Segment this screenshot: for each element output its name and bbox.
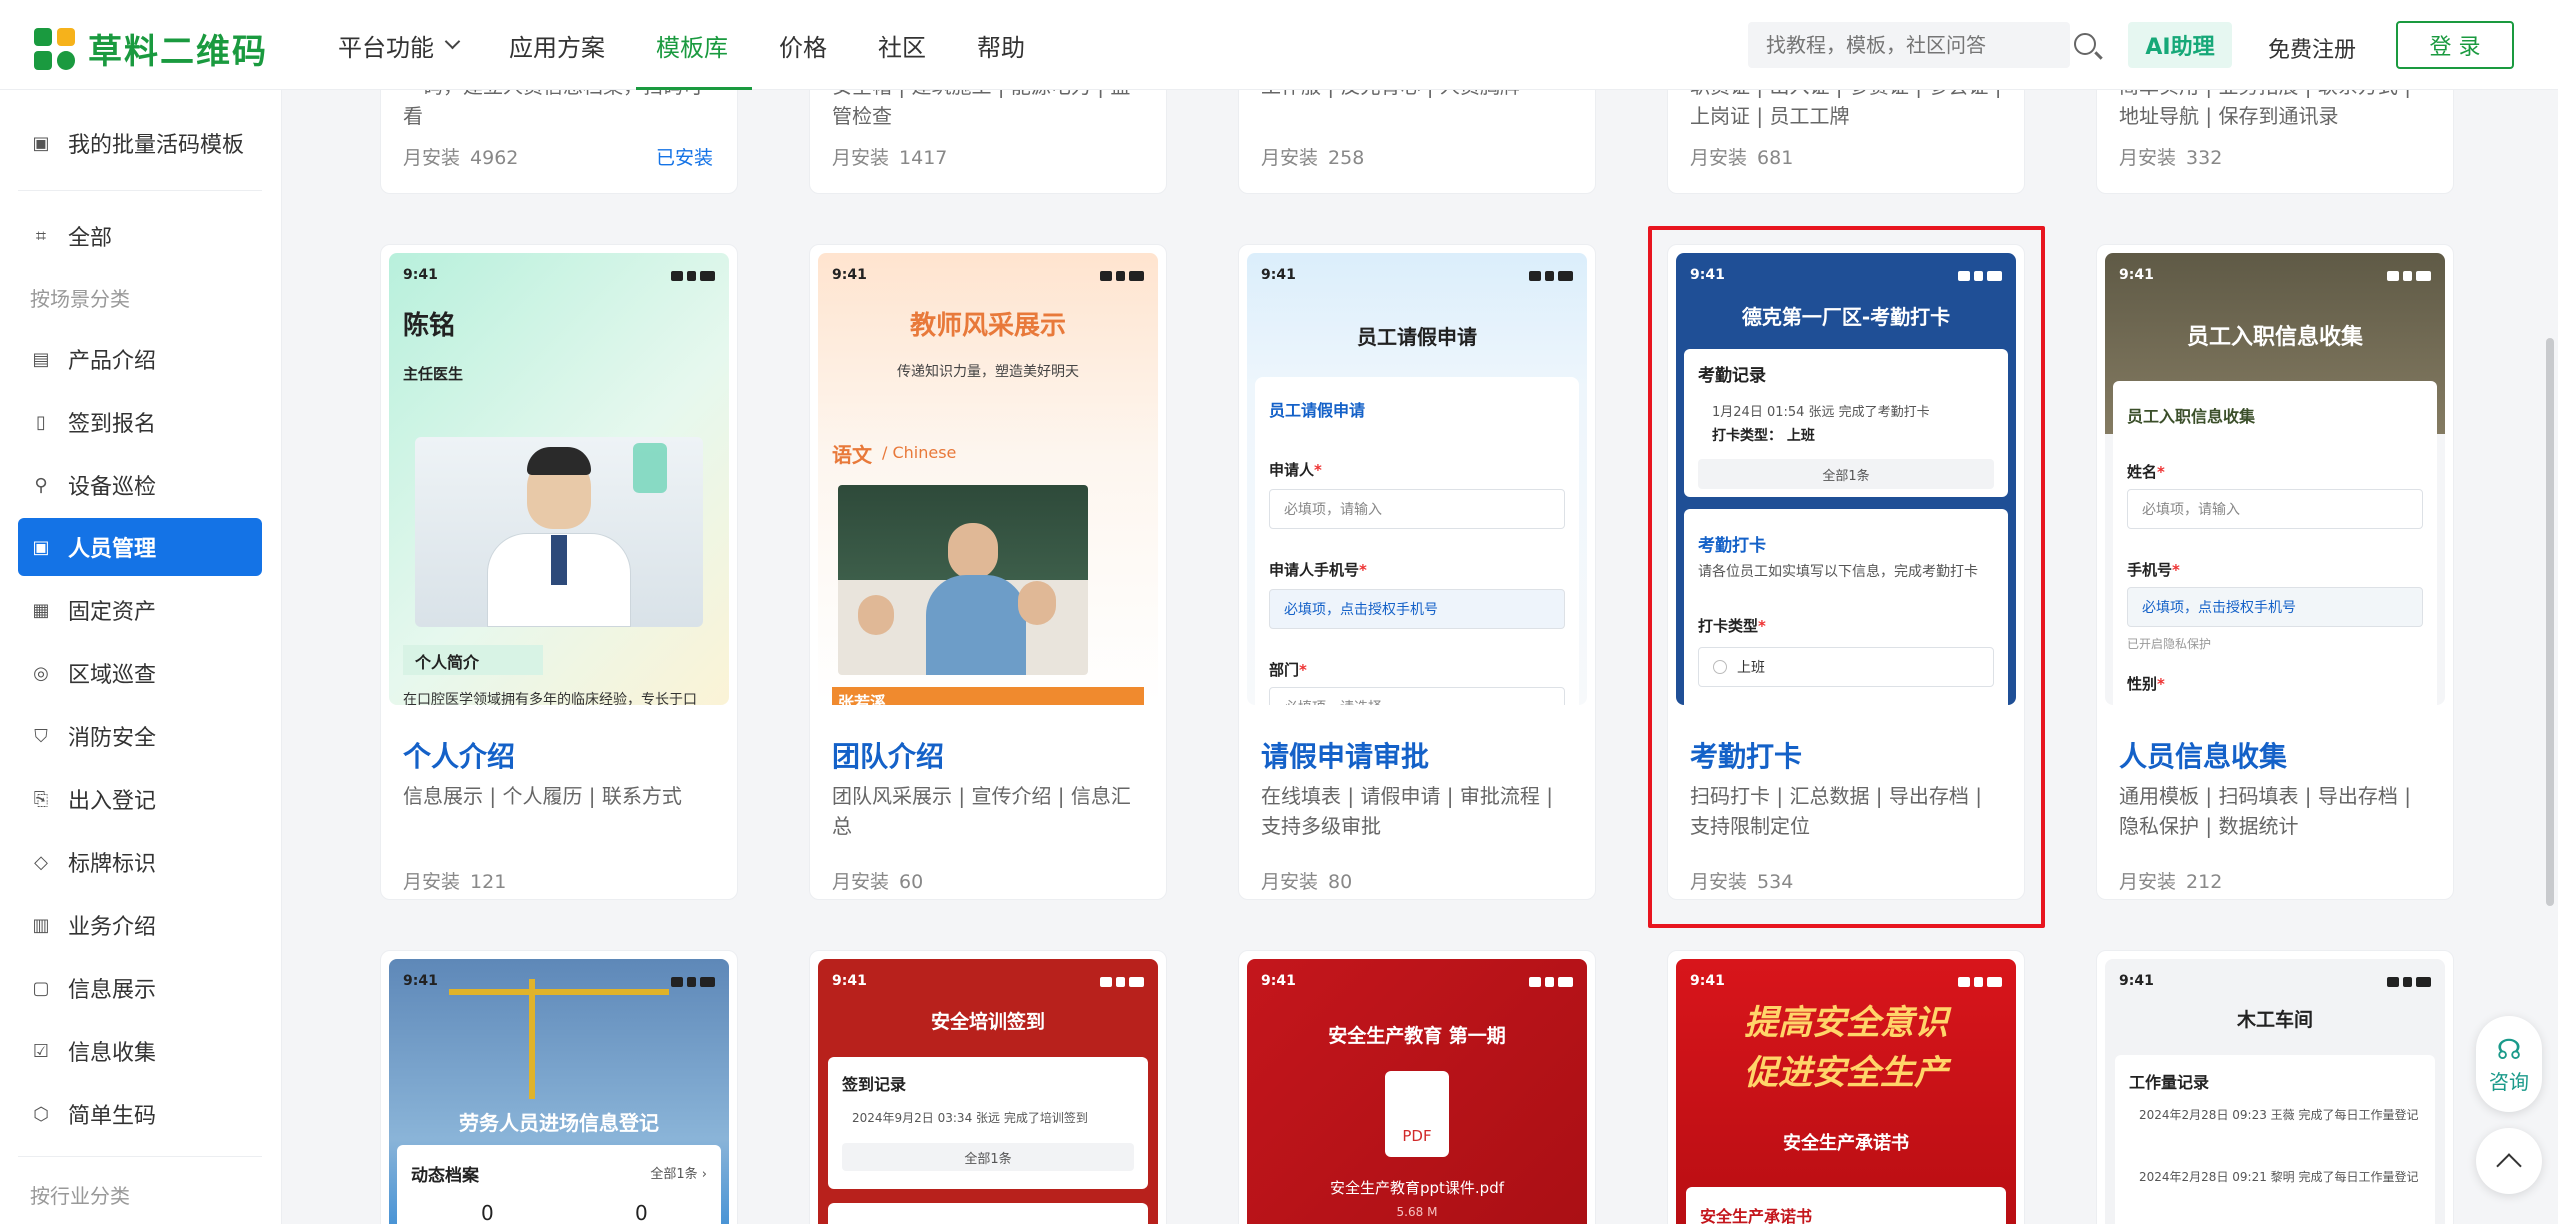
consult-button[interactable]: ☊ 咨询 (2476, 1016, 2542, 1112)
form-panel: 员工请假申请 申请人* 必填项，请输入 申请人手机号* 必填项，点击授权手机号 … (1255, 377, 1579, 705)
sidebar-item-simple[interactable]: ⬡ 简单生码 (18, 1085, 262, 1143)
workload-panel: 工作量记录 2024年2月28日 09:23 王薇 完成了每日工作量登记 202… (2115, 1055, 2435, 1224)
top-header: 草料二维码 平台功能 应用方案 模板库 价格 社区 帮助 AI助理 免费注册 登… (0, 0, 2558, 90)
ai-assistant-button[interactable]: AI助理 (2128, 22, 2232, 68)
nav-solutions[interactable]: 应用方案 (509, 0, 605, 90)
template-card-carpentry[interactable]: 9:41 木工车间 工作量记录 2024年2月28日 09:23 王薇 完成了每… (2096, 950, 2454, 1224)
tag-icon: ◇ (34, 851, 48, 873)
sidebar-item-exit[interactable]: ⎘ 出入登记 (18, 770, 262, 828)
card-installs: 月安装 212 (2119, 871, 2223, 893)
sidebar-item-my-templates[interactable]: ▣ 我的批量活码模板 (18, 114, 262, 172)
template-preview: 9:41 提高安全意识 促进安全生产 安全生产承诺书 安全生产承诺书 (1676, 959, 2016, 1224)
nav-help[interactable]: 帮助 (977, 0, 1025, 90)
nav-pricing[interactable]: 价格 (779, 0, 827, 90)
signin-icon: ▯ (36, 411, 46, 433)
scene-category-label: 按场景分类 (30, 287, 130, 311)
cube-icon: ⬡ (33, 1103, 49, 1125)
template-card-labor-entry[interactable]: 9:41 劳务人员进场信息登记 动态档案 全部1条 › 0 0 (380, 950, 738, 1224)
doctor-photo (415, 437, 703, 627)
person-icon: ▣ (32, 536, 50, 558)
record-panel: 签到记录 2024年9月2日 03:34 张远 完成了培训签到 全部1条 (828, 1057, 1148, 1189)
sidebar-item-display[interactable]: ▢ 信息展示 (18, 959, 262, 1017)
sidebar-item-personnel[interactable]: ▣ 人员管理 (18, 518, 262, 576)
card-tags: 在线填表 | 请假申请 | 审批流程 | 支持多级审批 (1261, 784, 1554, 838)
location-icon: ◎ (33, 662, 49, 684)
classroom-photo (838, 485, 1088, 675)
sidebar-item-all[interactable]: ⌗ 全部 (18, 207, 262, 265)
box-icon: ▤ (32, 348, 50, 370)
card-tags: 团队风采展示 | 宣传介绍 | 信息汇总 (832, 784, 1131, 838)
template-card-safety-training[interactable]: 9:41 安全培训签到 签到记录 2024年9月2日 03:34 张远 完成了培… (809, 950, 1167, 1224)
template-preview: 9:41 劳务人员进场信息登记 动态档案 全部1条 › 0 0 (389, 959, 729, 1224)
crane-icon (529, 979, 535, 1099)
card-title: 团队介绍 (832, 740, 945, 773)
exit-icon: ⎘ (33, 788, 49, 810)
register-link[interactable]: 免费注册 (2268, 32, 2356, 64)
sidebar-item-tag[interactable]: ◇ 标牌标识 (18, 833, 262, 891)
business-icon: ▥ (32, 914, 50, 936)
template-card-staff-info[interactable]: 9:41 员工入职信息收集 员工入职信息收集 姓名* 必填项，请输入 手机号* … (2096, 244, 2454, 900)
divider (18, 190, 262, 191)
card-installs: 月安装 80 (1261, 871, 1353, 893)
main-nav: 平台功能 应用方案 模板库 价格 社区 帮助 (338, 0, 1076, 90)
template-preview: 9:41 教师风采展示 传递知识力量，塑造美好明天 语文 / Chinese 张… (818, 253, 1158, 705)
form-panel: 员工入职信息收集 姓名* 必填项，请输入 手机号* 必填项，点击授权手机号 已开… (2113, 381, 2437, 705)
card-tags: 通用模板 | 扫码填表 | 导出存档 | 隐私保护 | 数据统计 (2119, 784, 2412, 838)
headset-icon: ☊ (2496, 1032, 2522, 1066)
nav-community[interactable]: 社区 (878, 0, 926, 90)
template-card-team-intro[interactable]: 9:41 教师风采展示 传递知识力量，塑造美好明天 语文 / Chinese 张… (809, 244, 1167, 900)
brand-name: 草料二维码 (88, 32, 268, 72)
arrow-up-icon (2496, 1153, 2522, 1179)
template-preview: 9:41 木工车间 工作量记录 2024年2月28日 09:23 王薇 完成了每… (2105, 959, 2445, 1224)
nav-templates[interactable]: 模板库 (636, 0, 752, 90)
nav-platform[interactable]: 平台功能 (338, 0, 461, 90)
template-card-safety-education[interactable]: 9:41 安全生产教育 第一期 PDF 安全生产教育ppt课件.pdf 5.68… (1238, 950, 1596, 1224)
sidebar-item-asset[interactable]: ▦ 固定资产 (18, 581, 262, 639)
card-title: 人员信息收集 (2119, 740, 2288, 773)
card-installs: 月安装 60 (832, 871, 924, 893)
back-to-top-button[interactable] (2476, 1128, 2542, 1194)
qr-logo-icon (34, 27, 76, 70)
page-scrollbar[interactable] (2546, 338, 2554, 906)
divider (18, 1156, 262, 1157)
pdf-file-icon: PDF (1385, 1071, 1449, 1157)
installed-status: 已安装 (655, 147, 713, 169)
login-button[interactable]: 登 录 (2396, 21, 2514, 69)
template-card-leave-approval[interactable]: 9:41 员工请假申请 员工请假申请 申请人* 必填项，请输入 申请人手机号* … (1238, 244, 1596, 900)
selection-highlight (1648, 226, 2045, 928)
card-title: 个人介绍 (403, 740, 516, 773)
template-preview: 9:41 陈铭 主任医生 个人简介 在口腔医学领域拥有多年的临床经验，专长于口 (389, 253, 729, 705)
template-card-personal-intro[interactable]: 9:41 陈铭 主任医生 个人简介 在口腔医学领域拥有多年的临床经验，专长于口 … (380, 244, 738, 900)
template-preview: 9:41 安全培训签到 签到记录 2024年9月2日 03:34 张远 完成了培… (818, 959, 1158, 1224)
sidebar-item-business[interactable]: ▥ 业务介绍 (18, 896, 262, 954)
template-icon: ▣ (32, 132, 50, 154)
sidebar-item-area[interactable]: ◎ 区域巡查 (18, 644, 262, 702)
template-card-safety-pledge[interactable]: 9:41 提高安全意识 促进安全生产 安全生产承诺书 安全生产承诺书 (1667, 950, 2025, 1224)
inspect-icon: ⚲ (34, 474, 48, 496)
search-input[interactable] (1748, 22, 2070, 68)
template-preview: 9:41 员工请假申请 员工请假申请 申请人* 必填项，请输入 申请人手机号* … (1247, 253, 1587, 705)
bookmark-icon: ⌗ (35, 225, 47, 247)
sidebar-item-signin[interactable]: ▯ 签到报名 (18, 393, 262, 451)
sidebar: ▣ 我的批量活码模板 ⌗ 全部 按场景分类 ▤ 产品介绍 ▯ 签到报名 ⚲ 设备巡检 ▣ 人… (0, 90, 282, 1224)
search-icon[interactable] (2074, 33, 2096, 55)
asset-icon: ▦ (32, 599, 50, 621)
sidebar-item-fire[interactable]: ⛉ 消防安全 (18, 707, 262, 765)
chevron-down-icon (444, 33, 461, 50)
card-tags: 信息展示 | 个人履历 | 联系方式 (403, 784, 682, 808)
collect-icon: ☑ (32, 1040, 50, 1062)
brand-logo[interactable]: 草料二维码 (34, 24, 268, 73)
template-preview: 9:41 安全生产教育 第一期 PDF 安全生产教育ppt课件.pdf 5.68… (1247, 959, 1587, 1224)
fire-icon: ⛉ (34, 725, 48, 747)
sidebar-item-collect[interactable]: ☑ 信息收集 (18, 1022, 262, 1080)
template-preview: 9:41 员工入职信息收集 员工入职信息收集 姓名* 必填项，请输入 手机号* … (2105, 253, 2445, 705)
card-title: 请假申请审批 (1261, 740, 1430, 773)
sidebar-item-product[interactable]: ▤ 产品介绍 (18, 330, 262, 388)
industry-category-label: 按行业分类 (30, 1184, 130, 1208)
card-installs: 月安装 121 (403, 871, 507, 893)
sidebar-item-inspect[interactable]: ⚲ 设备巡检 (18, 456, 262, 514)
archive-panel: 动态档案 全部1条 › 0 0 (397, 1145, 721, 1224)
display-icon: ▢ (32, 977, 50, 999)
